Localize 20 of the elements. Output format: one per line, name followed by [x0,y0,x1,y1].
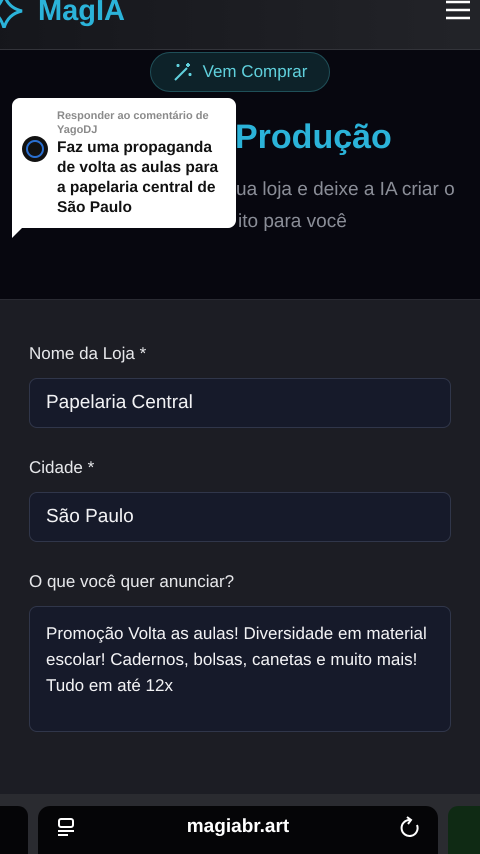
field-label: O que você quer anunciar? [29,572,236,592]
url-text: magiabr.art [186,816,290,838]
hero-subtitle: ua loja e deixe a IA criar o [236,179,455,201]
menu-icon[interactable] [446,0,470,20]
hero-title: Produção [235,118,392,157]
address-bar[interactable]: magiabr.art [38,806,438,854]
field-label: Nome da Loja * [29,344,148,364]
magic-wand-icon [172,62,193,82]
reload-icon[interactable] [400,816,420,838]
avatar-icon [22,136,48,162]
reader-icon[interactable] [56,817,76,837]
comment-username: YagoDJ [57,124,98,136]
comment-text: Faz uma propaganda de volta as aulas para a papelaria central de São Paulo [57,138,220,218]
input-field[interactable]: Papelaria Central [29,378,451,428]
buy-button[interactable]: Vem Comprar [150,52,330,92]
hero-subtitle: ito para você [238,211,348,233]
text-area[interactable]: Promoção Volta as aulas! Diversidade em material escolar! Cadernos, bolsas, canetas e muito mais! Tudo em até 12x [29,606,451,732]
field-label: Cidade * [29,458,96,478]
reply-label: Responder ao comentário de [57,110,210,122]
input-field[interactable]: São Paulo [29,492,451,542]
